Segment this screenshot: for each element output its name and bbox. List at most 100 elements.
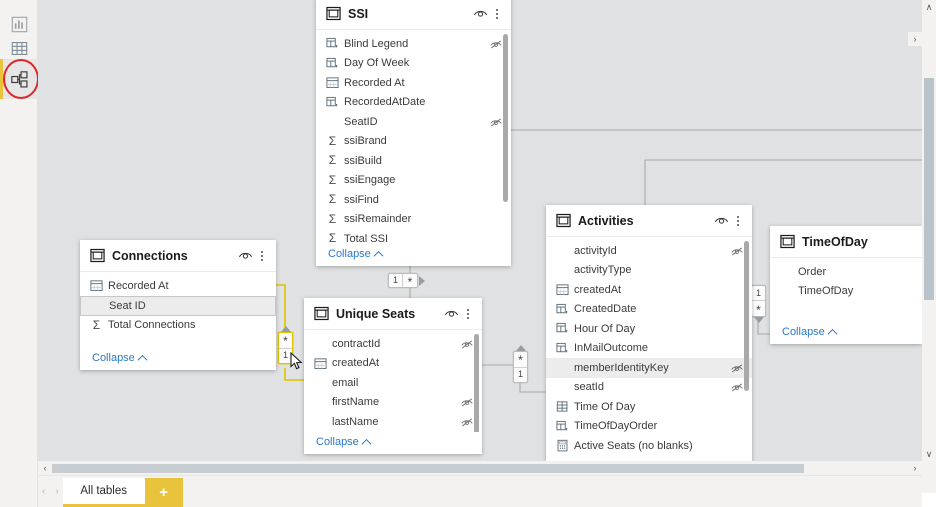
hidden-eye-icon[interactable]	[730, 244, 744, 258]
collapse-button[interactable]: Collapse	[304, 432, 482, 454]
table-card-ssi[interactable]: SSI Blind Legend Day Of Week Recorded At…	[316, 0, 511, 266]
canvas-horizontal-scrollbar[interactable]: ‹ ›	[38, 461, 922, 475]
field-row[interactable]: Blind Legend	[316, 34, 511, 54]
field-row-selected[interactable]: memberIdentityKey	[546, 358, 752, 378]
chevron-up-icon	[827, 328, 838, 339]
field-row[interactable]: Hour Of Day	[546, 319, 752, 339]
hidden-eye-icon[interactable]	[730, 380, 744, 394]
field-row[interactable]: Σ ssiBuild	[316, 151, 511, 171]
hscroll-thumb[interactable]	[52, 463, 804, 473]
field-row[interactable]: createdAt	[546, 280, 752, 300]
scroll-up-arrow-icon[interactable]: ∧	[922, 0, 936, 14]
field-row[interactable]: createdAt	[304, 354, 482, 374]
field-row[interactable]: Σ ssiBrand	[316, 132, 511, 152]
field-row[interactable]: activityId	[546, 241, 752, 261]
more-options-icon[interactable]	[256, 250, 268, 261]
scroll-down-arrow-icon[interactable]: ∨	[922, 447, 936, 461]
field-list[interactable]: activityId activityType createdAt Create…	[546, 237, 752, 461]
card-scrollbar[interactable]	[474, 334, 479, 432]
field-row[interactable]: TimeOfDay	[770, 282, 922, 302]
field-row[interactable]: firstName	[304, 393, 482, 413]
table-card-header[interactable]: Activities	[546, 205, 752, 237]
table-card-unique-seats[interactable]: Unique Seats contractId createdAt email …	[304, 298, 482, 454]
collapse-button[interactable]: Collapse	[80, 348, 276, 370]
cardinality-badge-activities-time-of-day[interactable]: 1 *	[751, 285, 766, 317]
table-grid-icon	[556, 401, 568, 412]
vscroll-thumb[interactable]	[924, 78, 934, 300]
field-row[interactable]: InMailOutcome	[546, 339, 752, 359]
tab-next-arrow-icon[interactable]: ›	[55, 486, 58, 497]
eye-icon[interactable]	[237, 247, 254, 264]
field-label: Total SSI	[344, 232, 389, 244]
hidden-eye-icon[interactable]	[460, 395, 474, 409]
collapse-button[interactable]: Collapse	[316, 244, 511, 266]
cardinality-badge-connections-unique-seats[interactable]: * 1	[278, 332, 293, 364]
add-tab-button[interactable]: +	[144, 478, 183, 507]
scroll-right-edge-arrow-icon[interactable]: ›	[908, 32, 922, 46]
field-row-selected[interactable]: Seat ID	[80, 295, 276, 316]
table-title: SSI	[348, 6, 369, 21]
calendar-icon	[314, 358, 327, 369]
tab-nav-arrows[interactable]: ‹ ›	[38, 475, 63, 507]
field-row[interactable]: RecordedAtDate	[316, 93, 511, 113]
hidden-eye-icon[interactable]	[460, 337, 474, 351]
field-row[interactable]: Σ ssiEngage	[316, 171, 511, 191]
field-row[interactable]: Σ Total Connections	[80, 316, 276, 336]
eye-icon[interactable]	[713, 212, 730, 229]
scroll-right-arrow-icon[interactable]: ›	[908, 461, 922, 475]
field-row[interactable]: Order	[770, 262, 922, 282]
field-list[interactable]: contractId createdAt email firstName las…	[304, 330, 482, 432]
hierarchy-icon	[326, 57, 338, 68]
hscroll-track[interactable]	[52, 463, 908, 473]
table-card-connections[interactable]: Connections Recorded At Seat ID Σ Total …	[80, 240, 276, 370]
field-row[interactable]: activityType	[546, 261, 752, 281]
field-row[interactable]: seatId	[546, 378, 752, 398]
tab-prev-arrow-icon[interactable]: ‹	[42, 486, 45, 497]
more-options-icon[interactable]	[491, 8, 503, 19]
field-list[interactable]: Recorded At Seat ID Σ Total Connections	[80, 272, 276, 348]
canvas-vertical-scrollbar[interactable]: ∧ ∨	[922, 0, 936, 475]
hidden-eye-icon[interactable]	[489, 37, 503, 51]
field-row[interactable]: lastName	[304, 412, 482, 432]
collapse-button[interactable]: Collapse	[770, 322, 922, 344]
hidden-eye-icon[interactable]	[460, 415, 474, 429]
field-row[interactable]: email	[304, 373, 482, 393]
model-diagram-canvas[interactable]: 1 * * 1 * 1 1 * SSI Blind Legend Day Of …	[38, 0, 922, 461]
cardinality-badge-ssi-unique-seats[interactable]: 1 *	[388, 273, 418, 288]
card-scrollbar[interactable]	[503, 34, 508, 202]
field-row[interactable]: SeatID	[316, 112, 511, 132]
table-card-header[interactable]: SSI	[316, 0, 511, 30]
field-row[interactable]: Day Of Week	[316, 54, 511, 74]
table-card-header[interactable]: Connections	[80, 240, 276, 272]
table-card-header[interactable]: Unique Seats	[304, 298, 482, 330]
field-row[interactable]: Σ ssiRemainder	[316, 210, 511, 230]
field-row[interactable]: CreatedDate	[546, 300, 752, 320]
field-row[interactable]: Σ Total SSI	[316, 229, 511, 244]
field-row[interactable]: Σ ssiFind	[316, 190, 511, 210]
field-label: Recorded At	[108, 279, 169, 292]
field-row[interactable]: contractId	[304, 334, 482, 354]
eye-icon[interactable]	[443, 305, 460, 322]
hidden-eye-icon[interactable]	[730, 361, 744, 375]
table-card-activities[interactable]: Activities activityId activityType creat…	[546, 205, 752, 461]
cardinality-badge-unique-seats-activities[interactable]: * 1	[513, 351, 528, 383]
field-row[interactable]: Recorded At	[80, 276, 276, 296]
hidden-eye-icon[interactable]	[489, 115, 503, 129]
card-scrollbar[interactable]	[744, 241, 749, 391]
scroll-left-arrow-icon[interactable]: ‹	[38, 461, 52, 475]
field-row[interactable]: Recorded At	[316, 73, 511, 93]
table-card-header[interactable]: TimeOfDay	[770, 226, 922, 258]
field-row-selected[interactable]: seatId	[304, 431, 482, 432]
field-row[interactable]: Time Of Day	[546, 397, 752, 417]
field-row[interactable]: TimeOfDayOrder	[546, 417, 752, 437]
eye-icon[interactable]	[472, 5, 489, 22]
field-row[interactable]: Active Seats (no blanks)	[546, 436, 752, 456]
sidebar-item-model-view[interactable]	[0, 59, 38, 99]
table-card-time-of-day[interactable]: TimeOfDay Order TimeOfDay Collapse	[770, 226, 922, 344]
more-options-icon[interactable]	[462, 308, 474, 319]
more-options-icon[interactable]	[732, 215, 744, 226]
tab-all-tables[interactable]: All tables	[62, 478, 145, 507]
field-list[interactable]: Order TimeOfDay	[770, 258, 922, 322]
field-label: Seat ID	[109, 299, 146, 312]
field-list[interactable]: Blind Legend Day Of Week Recorded At Rec…	[316, 30, 511, 244]
